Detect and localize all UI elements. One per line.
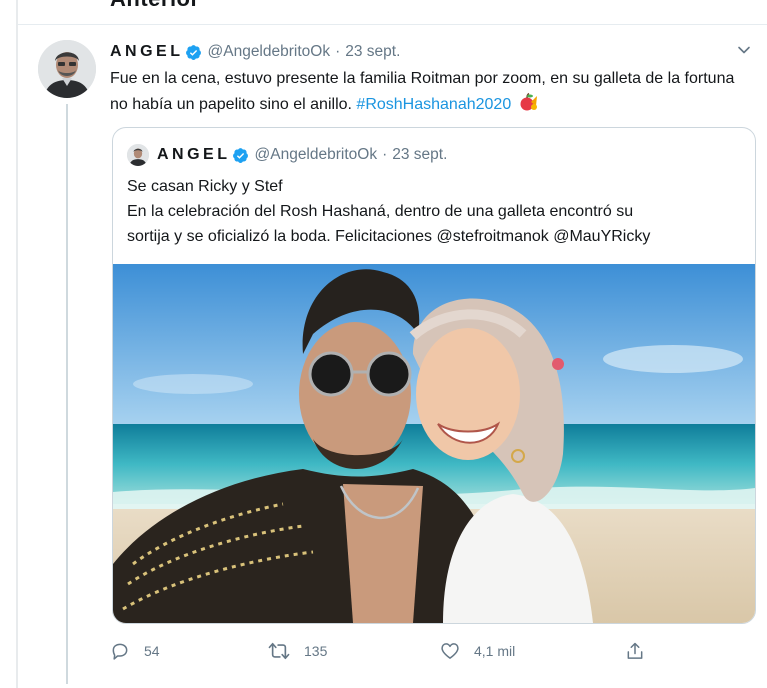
reply-count: 54	[144, 643, 160, 659]
previous-tweet-cut-text: Anterior	[110, 0, 200, 12]
handle[interactable]: @AngeldebritoOk	[208, 43, 331, 61]
separator: ·	[335, 43, 341, 60]
quoted-avatar	[127, 144, 149, 166]
tweet-actions: 54 135 4,1 mil	[110, 638, 670, 664]
quoted-handle: @AngeldebritoOk	[254, 146, 378, 163]
avatar-image	[38, 40, 96, 98]
hashtag-link[interactable]: #RoshHashanah2020	[356, 96, 511, 113]
timestamp[interactable]: 23 sept.	[345, 43, 400, 61]
chevron-down-icon[interactable]	[736, 42, 752, 58]
couple-beach-selfie-photo[interactable]	[113, 264, 755, 623]
share-button[interactable]	[625, 638, 659, 664]
verified-badge-icon	[232, 147, 248, 163]
left-frame-border	[16, 0, 18, 688]
quoted-avatar-image	[127, 144, 149, 166]
tweet-header: ANGEL @AngeldebritoOk · 23 sept.	[110, 42, 400, 62]
heart-icon	[441, 643, 459, 659]
thread-line	[66, 104, 68, 684]
quoted-timestamp: 23 sept.	[392, 146, 448, 163]
tweet-text: Fue en la cena, estuvo presente la famil…	[110, 66, 750, 118]
like-count: 4,1 mil	[474, 643, 516, 659]
quoted-text-line: Se casan Ricky y Stef	[127, 178, 283, 195]
retweet-icon	[268, 642, 290, 660]
like-button[interactable]: 4,1 mil	[440, 638, 515, 664]
apple-honey-emoji-icon	[520, 92, 537, 111]
divider	[18, 24, 767, 25]
display-name[interactable]: ANGEL	[110, 43, 184, 61]
quoted-text-line: sortija y se oficializó la boda. Felicit…	[127, 228, 651, 245]
share-icon	[627, 642, 643, 659]
reply-button[interactable]: 54	[110, 638, 160, 664]
verified-badge-icon	[185, 44, 201, 60]
quoted-display-name: ANGEL	[157, 146, 231, 163]
quoted-tweet-text: Se casan Ricky y Stef En la celebración …	[127, 174, 747, 249]
reply-icon	[112, 643, 128, 660]
quoted-tweet-card[interactable]: ANGEL @AngeldebritoOk · 23 sept. Se casa…	[112, 127, 756, 624]
quoted-tweet-header: ANGEL @AngeldebritoOk · 23 sept.	[127, 144, 447, 166]
retweet-count: 135	[304, 643, 328, 659]
separator: ·	[382, 146, 388, 163]
quoted-text-line: En la celebración del Rosh Hashaná, dent…	[127, 203, 634, 220]
avatar[interactable]	[38, 40, 96, 98]
retweet-button[interactable]: 135	[268, 638, 327, 664]
